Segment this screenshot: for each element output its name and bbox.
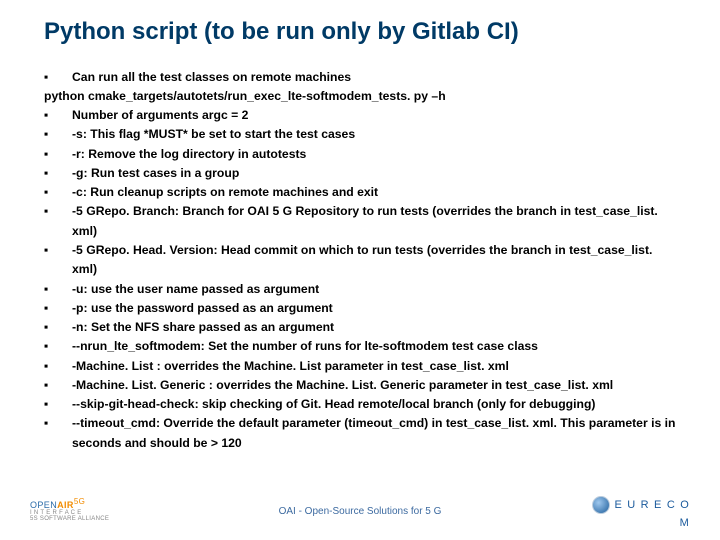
bullet-icon: ▪ (44, 414, 72, 433)
list-item: ▪-u: use the user name passed as argumen… (44, 280, 676, 299)
bullet-icon: ▪ (44, 395, 72, 414)
list-item: ▪-s: This flag *MUST* be set to start th… (44, 125, 676, 144)
list-item: ▪-5 GRepo. Branch: Branch for OAI 5 G Re… (44, 202, 676, 241)
list-item: ▪--nrun_lte_softmodem: Set the number of… (44, 337, 676, 356)
eurecom-text: E U R E C O M (614, 499, 690, 529)
bullets-list: ▪Number of arguments argc = 2▪-s: This f… (44, 106, 676, 453)
bullet-text: -5 GRepo. Branch: Branch for OAI 5 G Rep… (72, 202, 676, 241)
list-item: ▪Number of arguments argc = 2 (44, 106, 676, 125)
bullet-text: -Machine. List : overrides the Machine. … (72, 357, 676, 376)
eurecom-globe-icon (592, 496, 610, 514)
list-item: ▪-Machine. List. Generic : overrides the… (44, 376, 676, 395)
bullet-text: -g: Run test cases in a group (72, 164, 676, 183)
bullet-text: --nrun_lte_softmodem: Set the number of … (72, 337, 676, 356)
bullet-text: -5 GRepo. Head. Version: Head commit on … (72, 241, 676, 280)
bullet-text: -n: Set the NFS share passed as an argum… (72, 318, 676, 337)
bullet-icon: ▪ (44, 357, 72, 376)
list-item: ▪-n: Set the NFS share passed as an argu… (44, 318, 676, 337)
bullet-text: --timeout_cmd: Override the default para… (72, 414, 676, 453)
page-title: Python script (to be run only by Gitlab … (44, 18, 676, 46)
bullet-icon: ▪ (44, 280, 72, 299)
bullet-icon: ▪ (44, 183, 72, 202)
bullet-text: -c: Run cleanup scripts on remote machin… (72, 183, 676, 202)
bullet-text: -r: Remove the log directory in autotest… (72, 145, 676, 164)
bullet-text: -s: This flag *MUST* be set to start the… (72, 125, 676, 144)
list-item: ▪-5 GRepo. Head. Version: Head commit on… (44, 241, 676, 280)
slide: Python script (to be run only by Gitlab … (0, 0, 720, 540)
list-item: ▪-r: Remove the log directory in autotes… (44, 145, 676, 164)
command-line: python cmake_targets/autotets/run_exec_l… (44, 87, 676, 106)
bullet-icon: ▪ (44, 164, 72, 183)
footer: OPENAIR5G I N T E R F A C E 5S SOFTWARE … (0, 494, 720, 534)
list-item: ▪-g: Run test cases in a group (44, 164, 676, 183)
bullet-icon: ▪ (44, 241, 72, 260)
eurecom-logo: E U R E C O M (590, 496, 690, 532)
bullet-icon: ▪ (44, 125, 72, 144)
intro-bullet: ▪ Can run all the test classes on remote… (44, 68, 676, 87)
list-item: ▪-Machine. List : overrides the Machine.… (44, 357, 676, 376)
intro-text: Can run all the test classes on remote m… (72, 68, 676, 87)
bullet-text: Number of arguments argc = 2 (72, 106, 676, 125)
bullet-icon: ▪ (44, 318, 72, 337)
bullet-text: -u: use the user name passed as argument (72, 280, 676, 299)
bullet-icon: ▪ (44, 337, 72, 356)
body-content: ▪ Can run all the test classes on remote… (44, 68, 676, 453)
bullet-icon: ▪ (44, 106, 72, 125)
list-item: ▪-c: Run cleanup scripts on remote machi… (44, 183, 676, 202)
bullet-text: -p: use the password passed as an argume… (72, 299, 676, 318)
bullet-icon: ▪ (44, 68, 72, 87)
bullet-icon: ▪ (44, 299, 72, 318)
bullet-text: --skip-git-head-check: skip checking of … (72, 395, 676, 414)
list-item: ▪-p: use the password passed as an argum… (44, 299, 676, 318)
bullet-text: -Machine. List. Generic : overrides the … (72, 376, 676, 395)
list-item: ▪--skip-git-head-check: skip checking of… (44, 395, 676, 414)
bullet-icon: ▪ (44, 376, 72, 395)
list-item: ▪--timeout_cmd: Override the default par… (44, 414, 676, 453)
oai-5g: 5G (74, 497, 85, 506)
bullet-icon: ▪ (44, 145, 72, 164)
bullet-icon: ▪ (44, 202, 72, 221)
